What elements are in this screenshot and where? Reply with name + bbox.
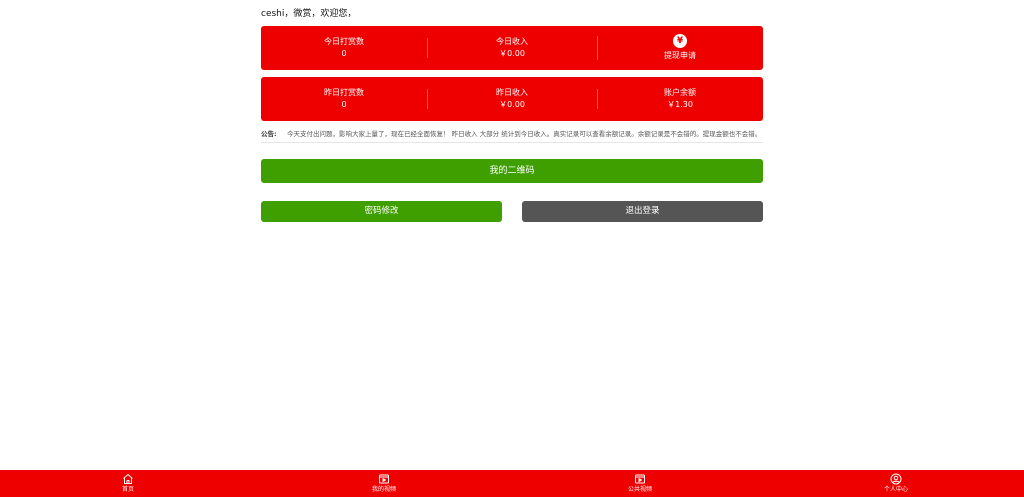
page: ceshi，微赏，欢迎您， 今日打赏数 0 今日收入 ￥0.00 ¥ 提现申请 …	[0, 0, 1024, 497]
nav-item-public-videos[interactable]: 公共视频	[512, 470, 768, 497]
withdraw-button[interactable]: ¥ 提现申请	[597, 34, 763, 62]
balance-value: ￥1.30	[667, 100, 693, 109]
bottom-nav: 首页 我的视频 公共视频 个人中心	[0, 470, 1024, 497]
nav-item-home[interactable]: 首页	[0, 470, 256, 497]
nav-item-profile[interactable]: 个人中心	[768, 470, 1024, 497]
yesterday-tips-value: 0	[341, 100, 347, 109]
main-content: ceshi，微赏，欢迎您， 今日打赏数 0 今日收入 ￥0.00 ¥ 提现申请 …	[261, 0, 763, 222]
nav-label-home: 首页	[121, 486, 134, 493]
today-tips-value: 0	[341, 49, 347, 58]
today-tips-label: 今日打赏数	[324, 37, 364, 46]
nav-label-my-videos: 我的视频	[371, 486, 396, 493]
announcement-label: 公告:	[261, 130, 277, 138]
today-stats-card: 今日打赏数 0 今日收入 ￥0.00 ¥ 提现申请	[261, 26, 763, 70]
today-tips-stat: 今日打赏数 0	[261, 36, 427, 60]
announcement: 公告: 今天支付出问题，影响大家上量了，现在已经全面恢复！ 昨日收入 大部分 统…	[261, 128, 763, 143]
video-icon	[379, 474, 389, 484]
balance-stat: 账户余额 ￥1.30	[597, 87, 763, 111]
yesterday-stats-card: 昨日打赏数 0 昨日收入 ￥0.00 账户余额 ￥1.30	[261, 77, 763, 121]
today-income-value: ￥0.00	[499, 49, 525, 58]
today-income-stat: 今日收入 ￥0.00	[427, 36, 597, 60]
account-actions: 密码修改 退出登录	[261, 201, 763, 222]
nav-item-my-videos[interactable]: 我的视频	[256, 470, 512, 497]
change-password-button[interactable]: 密码修改	[261, 201, 502, 222]
yen-icon: ¥	[673, 34, 687, 48]
my-qrcode-button[interactable]: 我的二维码	[261, 159, 763, 183]
nav-label-profile: 个人中心	[883, 486, 908, 493]
logout-button[interactable]: 退出登录	[522, 201, 763, 222]
yesterday-tips-label: 昨日打赏数	[324, 88, 364, 97]
video-icon	[635, 474, 645, 484]
balance-label: 账户余额	[664, 88, 696, 97]
today-income-label: 今日收入	[496, 37, 528, 46]
yesterday-income-stat: 昨日收入 ￥0.00	[427, 87, 597, 111]
yesterday-tips-stat: 昨日打赏数 0	[261, 87, 427, 111]
welcome-text: ceshi，微赏，欢迎您，	[261, 9, 357, 19]
yesterday-income-value: ￥0.00	[499, 100, 525, 109]
home-icon	[123, 474, 133, 484]
user-icon	[890, 473, 902, 485]
withdraw-label: 提现申请	[664, 51, 696, 60]
yesterday-income-label: 昨日收入	[496, 88, 528, 97]
nav-label-public-videos: 公共视频	[627, 486, 652, 493]
announcement-text: 今天支付出问题，影响大家上量了，现在已经全面恢复！ 昨日收入 大部分 统计到今日…	[287, 130, 762, 138]
